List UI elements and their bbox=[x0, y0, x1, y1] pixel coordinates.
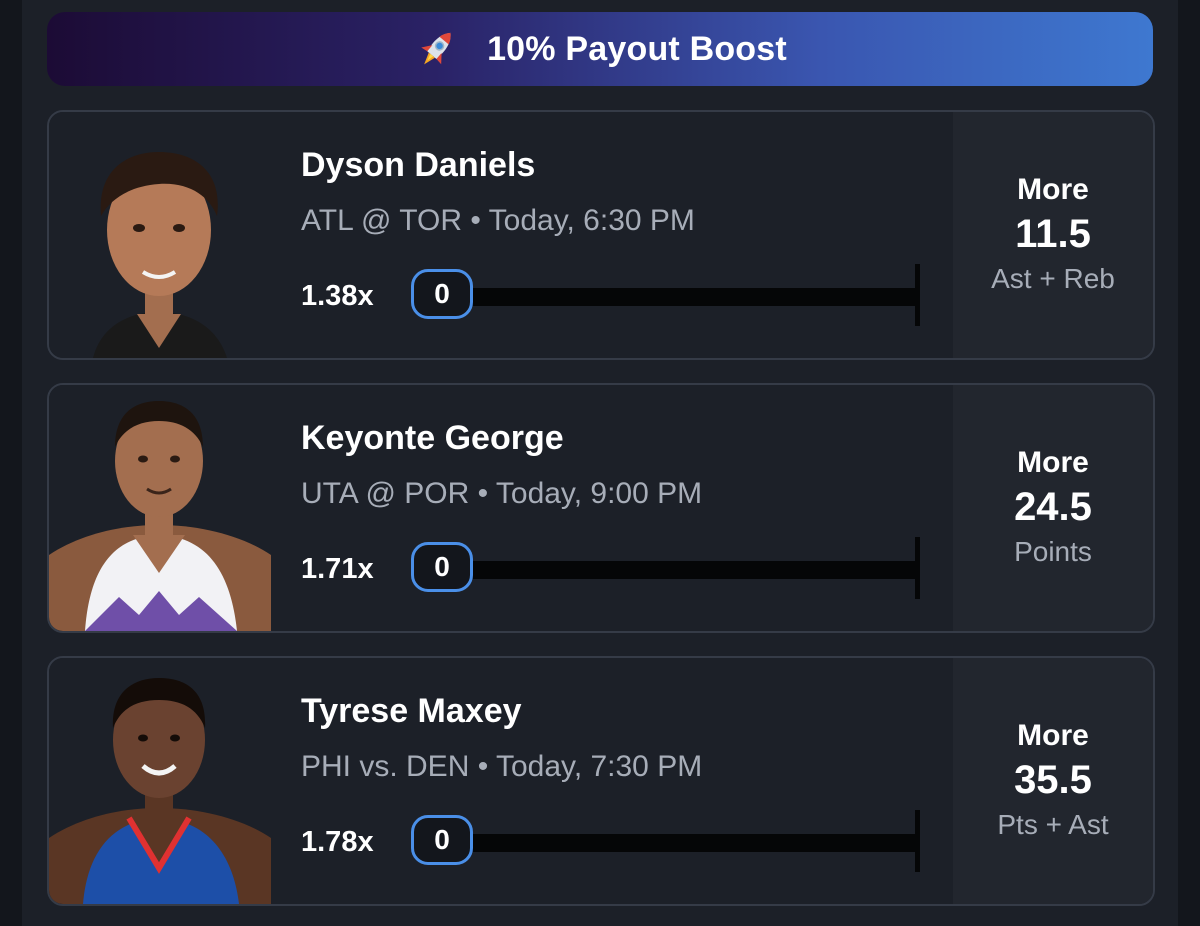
player-headshot bbox=[49, 658, 271, 904]
game-info: PHI vs. DEN • Today, 7:30 PM bbox=[301, 750, 703, 783]
progress-track-end bbox=[915, 264, 920, 326]
progress-track-end bbox=[915, 537, 920, 599]
pick-selection[interactable]: More 24.5 Points bbox=[953, 385, 1153, 631]
player-name: Dyson Daniels bbox=[301, 146, 536, 184]
pick-card[interactable]: Tyrese Maxey PHI vs. DEN • Today, 7:30 P… bbox=[47, 656, 1155, 906]
payout-boost-banner[interactable]: 10% Payout Boost bbox=[47, 12, 1153, 86]
stat-line: 24.5 bbox=[1014, 485, 1092, 529]
game-info: UTA @ POR • Today, 9:00 PM bbox=[301, 477, 703, 510]
payout-multiplier: 1.71x bbox=[301, 553, 374, 585]
payout-multiplier: 1.78x bbox=[301, 826, 374, 858]
progress-track bbox=[469, 561, 919, 579]
pick-card[interactable]: Keyonte George UTA @ POR • Today, 9:00 P… bbox=[47, 383, 1155, 633]
pick-card[interactable]: Dyson Daniels ATL @ TOR • Today, 6:30 PM… bbox=[47, 110, 1155, 360]
pick-selection[interactable]: More 11.5 Ast + Reb bbox=[953, 112, 1153, 358]
pick-direction: More bbox=[1017, 173, 1089, 206]
player-name: Keyonte George bbox=[301, 419, 564, 457]
progress-value: 0 bbox=[411, 269, 473, 319]
pick-selection[interactable]: More 35.5 Pts + Ast bbox=[953, 658, 1153, 904]
player-headshot bbox=[49, 112, 271, 358]
progress-track bbox=[469, 288, 919, 306]
payout-multiplier: 1.38x bbox=[301, 280, 374, 312]
pick-direction: More bbox=[1017, 719, 1089, 752]
progress-value: 0 bbox=[411, 542, 473, 592]
progress-value: 0 bbox=[411, 815, 473, 865]
game-info: ATL @ TOR • Today, 6:30 PM bbox=[301, 204, 695, 237]
rocket-icon bbox=[421, 32, 451, 65]
stat-line: 11.5 bbox=[1015, 212, 1091, 256]
banner-text: 10% Payout Boost bbox=[487, 29, 787, 68]
pick-direction: More bbox=[1017, 446, 1089, 479]
progress-track-end bbox=[915, 810, 920, 872]
stat-type: Points bbox=[1014, 536, 1092, 567]
player-name: Tyrese Maxey bbox=[301, 692, 522, 730]
stat-type: Pts + Ast bbox=[997, 809, 1109, 840]
progress-track bbox=[469, 834, 919, 852]
stat-type: Ast + Reb bbox=[991, 263, 1115, 294]
stat-line: 35.5 bbox=[1014, 758, 1092, 802]
player-headshot bbox=[49, 385, 271, 631]
